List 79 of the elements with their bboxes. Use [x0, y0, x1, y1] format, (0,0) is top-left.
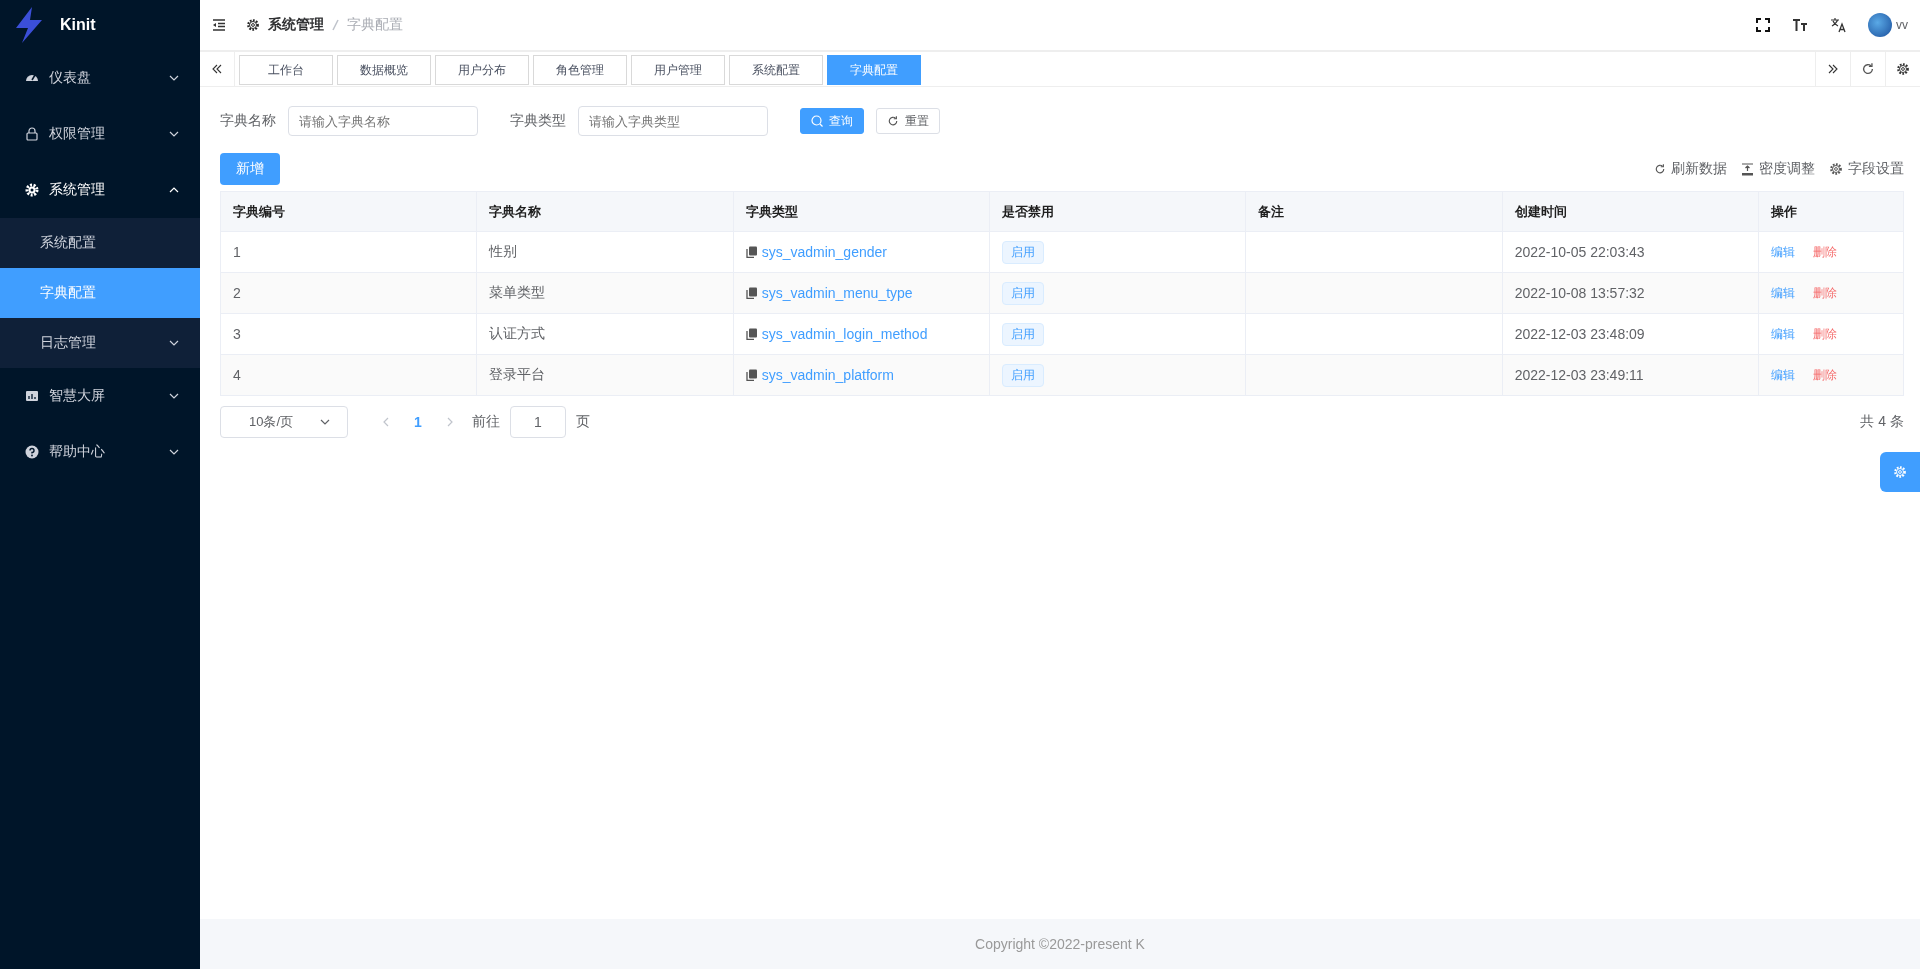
sidebar-item[interactable]: 系统管理 [0, 162, 200, 218]
page-suffix: 页 [575, 413, 590, 431]
table-cell: 1 [220, 231, 477, 273]
tab[interactable]: 用户分布 [435, 55, 529, 85]
filter-label: 字典类型 [510, 112, 566, 130]
copy-icon[interactable] [745, 287, 758, 299]
breadcrumb-separator-icon [332, 19, 339, 31]
table-cell: 2022-12-03 23:48:09 [1502, 313, 1759, 355]
scroll-right-icon[interactable] [1827, 63, 1839, 75]
total-count: 共 4 条 [1860, 413, 1904, 431]
sidebar-subitem[interactable]: 系统配置 [0, 218, 200, 268]
table-cell: 菜单类型 [476, 272, 734, 314]
translate-icon[interactable] [1830, 17, 1846, 33]
settings-icon [1829, 162, 1843, 176]
gear-icon [25, 183, 39, 197]
status-tag: 启用 [1002, 240, 1044, 264]
font-size-icon[interactable] [1792, 18, 1808, 32]
search-field[interactable]: 请输入字典类型 [578, 106, 768, 136]
avatar[interactable] [1868, 13, 1892, 37]
goto-page-field[interactable]: 1 [509, 406, 566, 438]
fullscreen-icon[interactable] [1756, 18, 1770, 32]
search-field[interactable]: 请输入字典名称 [288, 106, 478, 136]
tab[interactable]: 数据概览 [337, 55, 431, 85]
tab[interactable]: 系统配置 [729, 55, 823, 85]
status-tag: 启用 [1002, 281, 1044, 305]
status-tag: 启用 [1002, 322, 1044, 346]
copy-icon[interactable] [745, 328, 758, 340]
column-header: 字典编号 [220, 191, 477, 232]
toolbar-button[interactable]: 刷新数据 [1654, 160, 1727, 178]
lock-icon [25, 127, 39, 141]
search-icon [811, 115, 823, 127]
reset-button[interactable]: 重置 [876, 108, 940, 134]
tab[interactable]: 用户管理 [631, 55, 725, 85]
column-header: 字典名称 [476, 191, 734, 232]
sidebar-item[interactable]: 帮助中心 [0, 424, 200, 480]
table-cell: 性别 [476, 231, 734, 273]
filter-label: 字典名称 [220, 112, 276, 130]
sidebar-subitem[interactable]: 日志管理 [0, 318, 200, 368]
column-header: 是否禁用 [989, 191, 1246, 232]
settings-icon [1893, 465, 1907, 479]
refresh-icon [887, 115, 899, 127]
column-header: 字典类型 [733, 191, 990, 232]
tab[interactable]: 工作台 [239, 55, 333, 85]
breadcrumb-item: 字典配置 [347, 16, 403, 34]
table-cell: 2 [220, 272, 477, 314]
goto-label: 前往 [471, 413, 500, 431]
gear-icon [246, 18, 260, 32]
status-tag: 启用 [1002, 363, 1044, 387]
density-icon [1741, 162, 1754, 176]
table-cell: 2022-10-05 22:03:43 [1502, 231, 1759, 273]
refresh-icon [1861, 62, 1875, 76]
toolbar-button[interactable]: 字段设置 [1829, 160, 1904, 178]
sidebar-item[interactable]: 仪表盘 [0, 50, 200, 106]
column-header: 备注 [1245, 191, 1503, 232]
table-cell: 认证方式 [476, 313, 734, 355]
settings-icon [1896, 62, 1910, 76]
sidebar-item[interactable]: 权限管理 [0, 106, 200, 162]
table-cell: 登录平台 [476, 354, 734, 396]
table-cell: 2022-12-03 23:49:11 [1502, 354, 1759, 396]
table-cell: 2022-10-08 13:57:32 [1502, 272, 1759, 314]
copy-icon[interactable] [745, 246, 758, 258]
copy-icon[interactable] [745, 369, 758, 381]
breadcrumb-item[interactable]: 系统管理 [268, 16, 324, 34]
column-header: 操作 [1758, 191, 1904, 232]
help-icon [25, 445, 39, 459]
chart-icon [25, 389, 39, 403]
copyright-text: Copyright ©2022-present K [975, 936, 1145, 952]
column-header: 创建时间 [1502, 191, 1759, 232]
refresh-icon [1654, 163, 1666, 175]
table-cell: 4 [220, 354, 477, 396]
tab[interactable]: 角色管理 [533, 55, 627, 85]
scroll-left-icon[interactable] [211, 63, 223, 75]
table-cell: 3 [220, 313, 477, 355]
sidebar-item[interactable]: 智慧大屏 [0, 368, 200, 424]
menu-fold-icon[interactable] [212, 18, 226, 32]
user-name[interactable]: vv [1896, 18, 1908, 32]
app-name: Kinit [60, 16, 96, 34]
toolbar-button[interactable]: 密度调整 [1741, 160, 1815, 178]
page-size-select[interactable]: 10条/页 [220, 406, 348, 438]
